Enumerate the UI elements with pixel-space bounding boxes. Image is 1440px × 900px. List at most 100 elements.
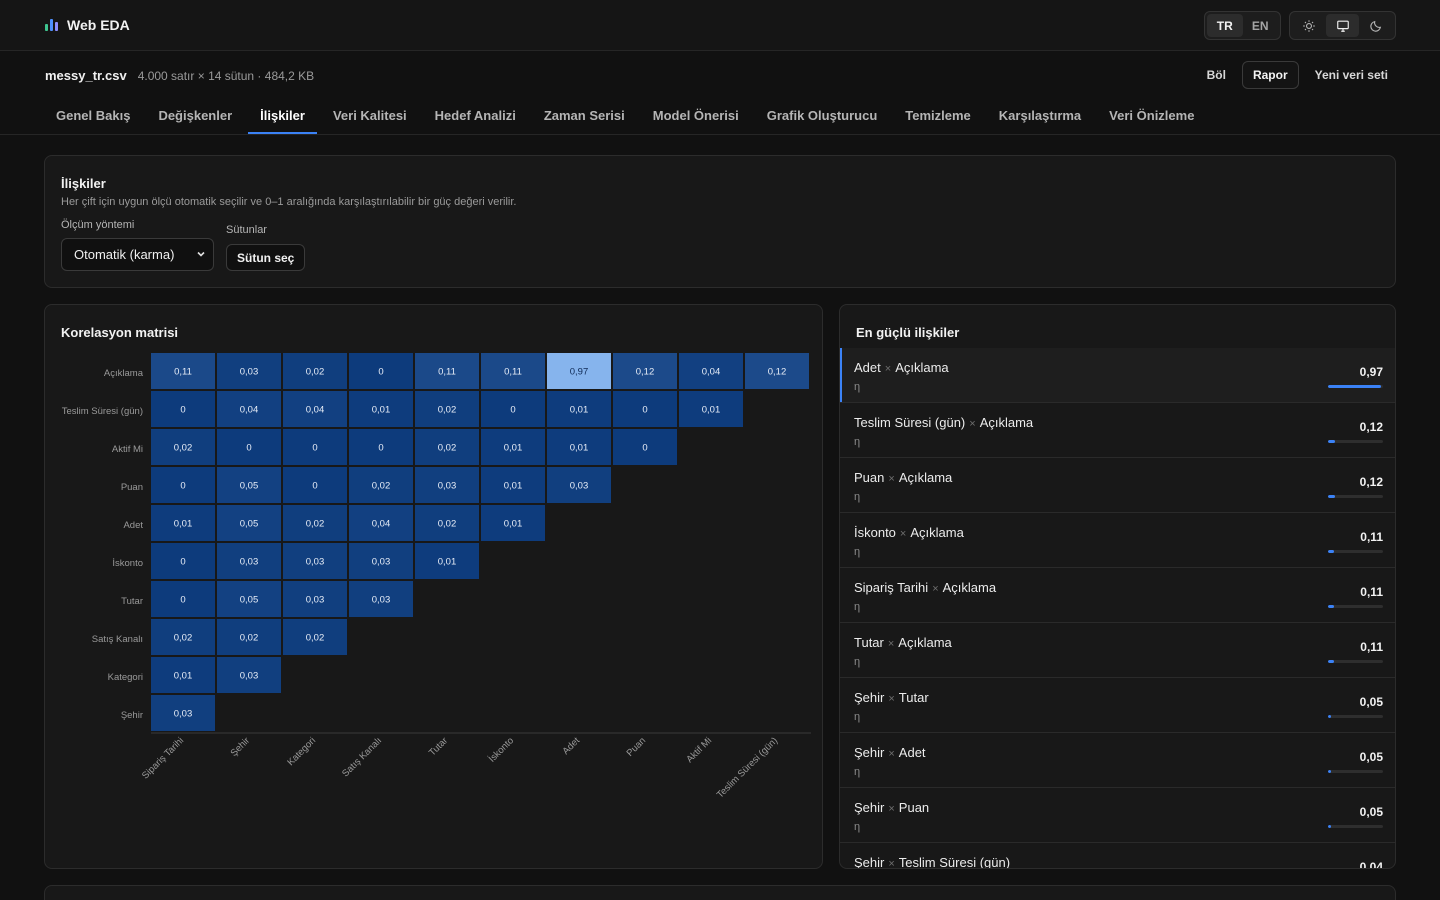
times-icon: ×: [899, 528, 907, 540]
relation-item[interactable]: Sipariş Tarihi × Açıklama η 0,11: [840, 568, 1395, 623]
relation-pair: Şehir × Teslim Süresi (gün): [854, 855, 1011, 869]
relation-measure: η: [854, 821, 861, 833]
relation-pair: Adet × Açıklama: [854, 360, 949, 375]
file-meta: 4.000 satır × 14 sütun · 484,2 KB: [137, 69, 315, 83]
system-theme-button[interactable]: [1325, 14, 1360, 37]
relation-value: 0,11: [1360, 530, 1383, 544]
relation-value: 0,05: [1359, 695, 1383, 709]
heatmap-cell-label: 0: [378, 443, 383, 454]
sun-icon: [1303, 19, 1315, 32]
relation-pair: İskonto × Açıklama: [854, 525, 964, 540]
times-icon: ×: [888, 748, 895, 760]
heatmap-cell-label: 0: [246, 443, 251, 454]
heatmap-cell-label: 0,02: [240, 633, 259, 644]
relation-variable-b: Teslim Süresi (gün): [898, 855, 1011, 869]
heatmap-cell-label: 0,01: [174, 671, 193, 682]
tab-overview[interactable]: Genel Bakış: [44, 96, 142, 134]
lang-en-button[interactable]: EN: [1243, 14, 1279, 37]
heatmap-cell-label: 0,01: [504, 481, 523, 492]
relation-variable-b: Açıklama: [942, 580, 997, 595]
y-tick-label: Açıklama: [104, 368, 144, 379]
relation-strength-bar: [1328, 440, 1383, 443]
strongest-card: En güçlü ilişkiler Adet × Açıklama η 0,97 Tes…: [839, 304, 1396, 869]
split-button[interactable]: Böl: [1199, 61, 1234, 89]
tab-data-quality[interactable]: Veri Kalitesi: [321, 96, 419, 134]
relation-variable-a: Şehir: [854, 855, 885, 869]
relation-item[interactable]: Tutar × Açıklama η 0,11: [840, 623, 1395, 678]
heatmap-cell-label: 0,03: [240, 671, 259, 682]
relation-variable-a: Şehir: [854, 745, 885, 760]
heatmap-cell-label: 0: [642, 443, 647, 454]
relation-item[interactable]: Puan × Açıklama η 0,12: [840, 458, 1395, 513]
heatmap-cell-label: 0,03: [372, 557, 391, 568]
relation-variable-b: Açıklama: [979, 415, 1034, 430]
relation-measure: η: [854, 711, 861, 723]
relation-item[interactable]: Adet × Açıklama η 0,97: [840, 348, 1395, 403]
method-label: Ölçüm yöntemi: [61, 219, 135, 231]
heatmap-cell-label: 0: [642, 405, 647, 416]
times-icon: ×: [888, 858, 895, 869]
method-select[interactable]: Otomatik (karma): [61, 238, 214, 271]
tab-model-suggestion[interactable]: Model Önerisi: [641, 96, 751, 134]
relation-value: 0,05: [1359, 750, 1383, 764]
heatmap-cell-label: 0,03: [438, 481, 457, 492]
relation-value: 0,04: [1359, 860, 1383, 869]
heatmap-cell-label: 0: [180, 405, 185, 416]
relation-item[interactable]: Şehir × Tutar η 0,05: [840, 678, 1395, 733]
relation-strength-bar: [1328, 770, 1383, 773]
heatmap-cell-label: 0: [510, 405, 515, 416]
app-name: Web EDA: [67, 17, 130, 33]
relation-variable-b: Puan: [898, 800, 930, 815]
relation-item[interactable]: Teslim Süresi (gün) × Açıklama η 0,12: [840, 403, 1395, 458]
relation-item[interactable]: Şehir × Puan η 0,05: [840, 788, 1395, 843]
x-tick-label: Puan: [625, 735, 648, 758]
x-tick-label: Aktif Mi: [684, 735, 714, 765]
times-icon: ×: [888, 803, 895, 815]
tab-relations[interactable]: İlişkiler: [248, 96, 317, 134]
relation-measure: η: [854, 656, 861, 668]
tab-target-analysis[interactable]: Hedef Analizi: [423, 96, 528, 134]
relation-variable-b: Açıklama: [898, 635, 952, 650]
tab-cleaning[interactable]: Temizleme: [893, 96, 983, 134]
heatmap-cell-label: 0,01: [438, 557, 457, 568]
relation-variable-b: Açıklama: [898, 470, 953, 485]
heatmap-cell-label: 0,01: [504, 519, 523, 530]
light-theme-button[interactable]: [1292, 14, 1326, 37]
tab-comparison[interactable]: Karşılaştırma: [987, 96, 1093, 134]
relation-item[interactable]: Şehir × Adet η 0,05: [840, 733, 1395, 788]
relation-item[interactable]: Şehir×Teslim Süresi (gün)η0,04: [840, 843, 1395, 869]
relation-variable-b: Tutar: [898, 690, 929, 705]
x-tick-label: İskonto: [487, 735, 516, 764]
heatmap-cell-label: 0,02: [174, 443, 193, 454]
heatmap-cell-label: 0,11: [504, 367, 522, 378]
relation-variable-a: İskonto: [854, 525, 896, 540]
heatmap-cell-label: 0,04: [372, 519, 391, 530]
theme-switch: [1289, 11, 1396, 40]
relation-item[interactable]: İskonto × Açıklama η 0,11: [840, 513, 1395, 568]
heatmap-cell-label: 0,04: [702, 367, 721, 378]
report-button[interactable]: Rapor: [1241, 61, 1299, 89]
new-dataset-button[interactable]: Yeni veri seti: [1307, 61, 1396, 89]
tab-data-preview[interactable]: Veri Önizleme: [1097, 96, 1206, 134]
brand[interactable]: Web EDA: [45, 17, 130, 33]
relations-card: İlişkiler Her çift için uygun ölçü otoma…: [44, 155, 1396, 288]
tab-time-series[interactable]: Zaman Serisi: [532, 96, 637, 134]
columns-label: Sütunlar: [226, 224, 267, 236]
heatmap-cell-label: 0,04: [306, 405, 325, 416]
relation-variable-a: Tutar: [854, 635, 884, 650]
relation-variable-a: Puan: [854, 470, 885, 485]
tabs-divider: [0, 134, 1440, 135]
lang-tr-button[interactable]: TR: [1207, 14, 1243, 37]
tab-chart-builder[interactable]: Grafik Oluşturucu: [755, 96, 890, 134]
select-columns-button[interactable]: Sütun seç: [226, 244, 306, 271]
y-tick-label: Aktif Mi: [112, 444, 143, 455]
dataset-info: messy_tr.csv 4.000 satır × 14 sütun · 48…: [45, 68, 314, 83]
relation-pair: Şehir × Puan: [854, 800, 929, 815]
relation-value: 0,97: [1359, 365, 1383, 379]
x-tick-label: Şehir: [229, 735, 252, 758]
x-tick-label: Tutar: [427, 735, 450, 758]
dark-theme-button[interactable]: [1359, 14, 1393, 37]
relation-strength-fill: [1328, 495, 1335, 498]
relations-title: İlişkiler: [61, 176, 106, 191]
tab-variables[interactable]: Değişkenler: [146, 96, 244, 134]
